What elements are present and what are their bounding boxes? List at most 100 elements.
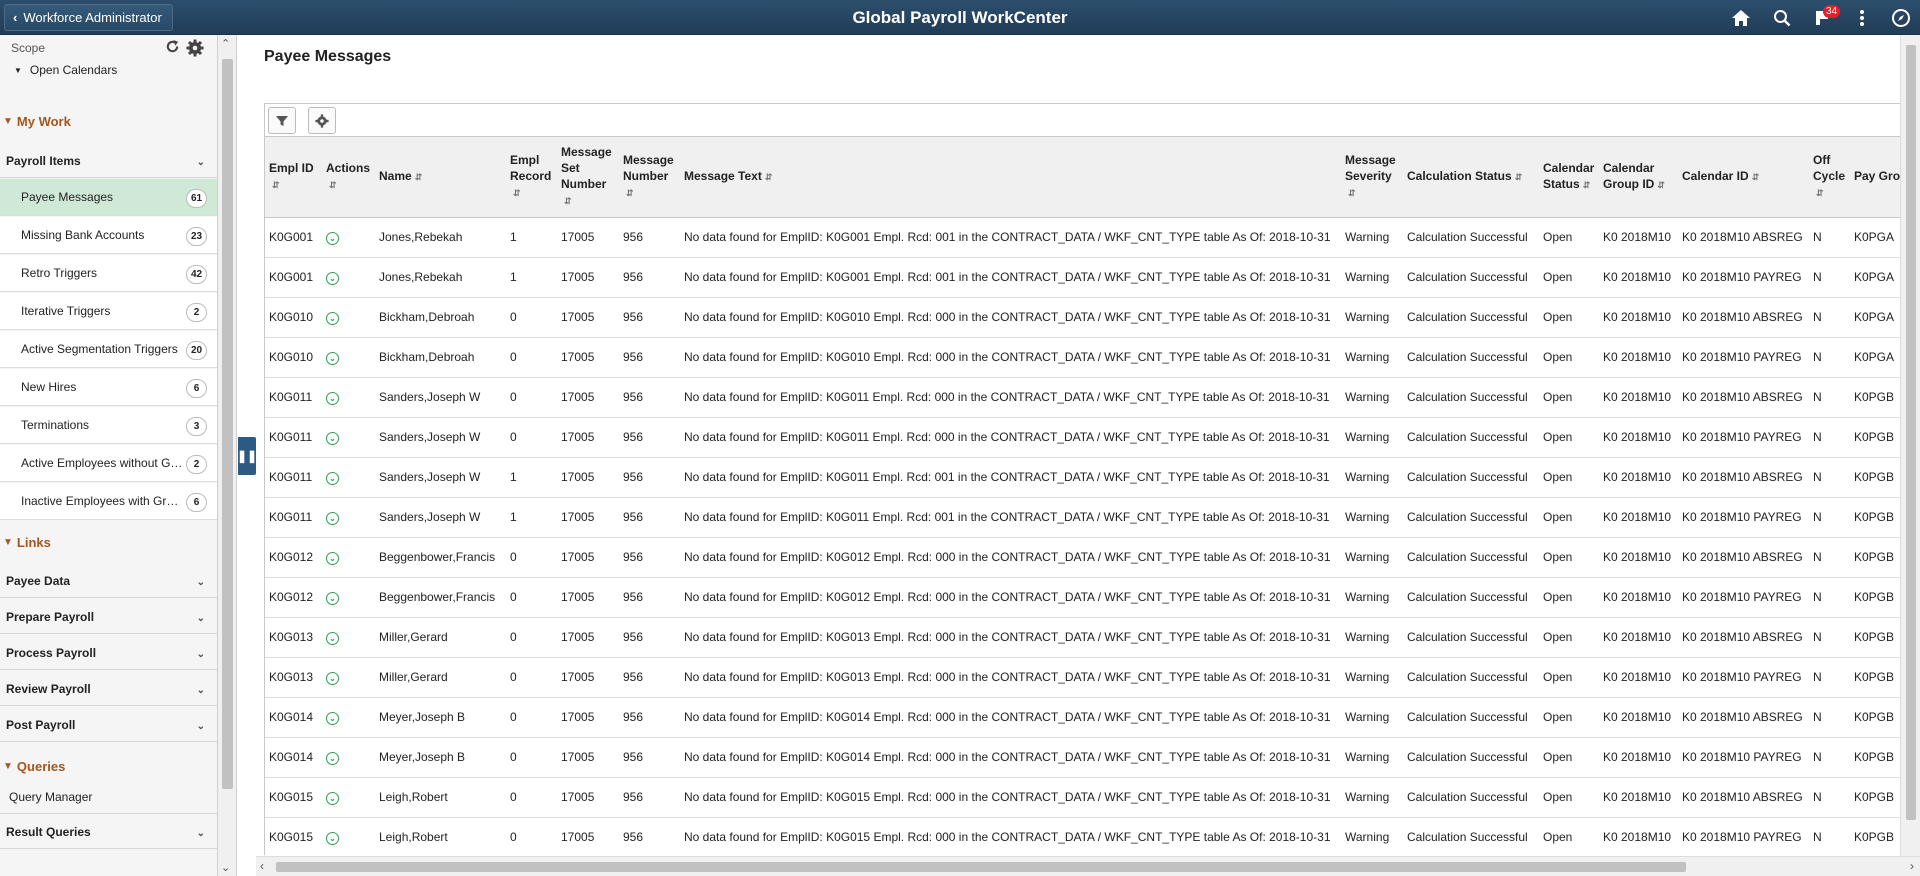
sidebar-item[interactable]: New Hires 6 [0,369,217,406]
sidebar-item[interactable]: Active Segmentation Triggers 20 [0,331,217,368]
table-row[interactable]: K0G012 ⌄ Beggenbower,Francis 0 17005 956 No da… [265,577,1904,618]
actions-dropdown-icon[interactable]: ⌄ [326,431,339,445]
sort-icon[interactable]: ⇵ [564,193,572,209]
horizontal-scroll-thumb[interactable] [276,862,1686,872]
column-header[interactable]: Actions⇵ [322,137,375,218]
sidebar-link-group[interactable]: Post Payroll ⌄ [0,708,217,742]
collapse-sidebar-handle[interactable]: ❚❚ [237,437,257,475]
actions-dropdown-icon[interactable]: ⌄ [326,551,339,565]
query-manager-link[interactable]: Query Manager [0,780,217,814]
table-row[interactable]: K0G012 ⌄ Beggenbower,Francis 0 17005 956 No da… [265,537,1904,578]
sidebar-item[interactable]: Missing Bank Accounts 23 [0,217,217,254]
scroll-right-arrow-icon[interactable]: › [1910,859,1914,873]
sort-icon[interactable]: ⇵ [272,177,280,193]
sort-icon[interactable]: ⇵ [765,169,773,185]
actions-dropdown-icon[interactable]: ⌄ [326,671,339,685]
open-calendars-toggle[interactable]: ▼ Open Calendars [14,63,117,77]
table-row[interactable]: K0G013 ⌄ Miller,Gerard 0 17005 956 No data fou… [265,617,1904,658]
table-row[interactable]: K0G013 ⌄ Miller,Gerard 0 17005 956 No data fou… [265,657,1904,698]
links-section-header[interactable]: ▼ Links [0,535,51,550]
actions-dropdown-icon[interactable]: ⌄ [326,351,339,365]
sidebar-scroll-thumb[interactable] [222,59,233,789]
sidebar-link-group[interactable]: Prepare Payroll ⌄ [0,600,217,634]
sidebar-scrollbar[interactable]: ⌃ ⌄ [218,35,237,876]
sidebar-item[interactable]: Active Employees without Gr... 2 [0,445,217,482]
back-button[interactable]: ‹ Workforce Administrator [4,4,173,31]
actions-dropdown-icon[interactable]: ⌄ [326,631,339,645]
column-header[interactable]: Message Set Number⇵ [557,137,619,218]
sidebar-item[interactable]: Terminations 3 [0,407,217,444]
scroll-up-arrow-icon[interactable]: ⌃ [221,37,230,50]
actions-dropdown-icon[interactable]: ⌄ [326,471,339,485]
sort-icon[interactable]: ⇵ [1816,185,1824,201]
result-queries-group[interactable]: Result Queries ⌄ [0,815,217,849]
more-actions-icon[interactable] [1845,0,1879,35]
sidebar-item[interactable]: Inactive Employees with Gro... 6 [0,483,217,520]
sidebar-item[interactable]: Payee Messages 61 [0,179,217,216]
refresh-icon[interactable] [165,39,180,62]
queries-section-header[interactable]: ▼ Queries [0,759,65,774]
my-work-section-header[interactable]: ▼ My Work [0,114,71,129]
actions-dropdown-icon[interactable]: ⌄ [326,791,339,805]
table-row[interactable]: K0G010 ⌄ Bickham,Debroah 0 17005 956 No data f… [265,297,1904,338]
table-row[interactable]: K0G014 ⌄ Meyer,Joseph B 0 17005 956 No data fo… [265,697,1904,738]
actions-dropdown-icon[interactable]: ⌄ [326,711,339,725]
sort-icon[interactable]: ⇵ [1583,177,1591,193]
column-header[interactable]: Message Number⇵ [619,137,680,218]
actions-dropdown-icon[interactable]: ⌄ [326,751,339,765]
sort-icon[interactable]: ⇵ [1657,177,1665,193]
scroll-down-arrow-icon[interactable]: ⌄ [221,861,230,874]
search-icon[interactable] [1765,0,1799,35]
column-header[interactable]: Empl ID⇵ [265,137,322,218]
table-row[interactable]: K0G011 ⌄ Sanders,Joseph W 1 17005 956 No data … [265,457,1904,498]
sort-icon[interactable]: ⇵ [1752,169,1760,185]
column-header[interactable]: Pay Group⇵ [1850,137,1904,218]
sidebar-link-group[interactable]: Process Payroll ⌄ [0,636,217,670]
sort-icon[interactable]: ⇵ [329,177,337,193]
column-header[interactable]: Empl Record⇵ [506,137,557,218]
navbar-compass-icon[interactable] [1884,0,1918,35]
table-row[interactable]: K0G015 ⌄ Leigh,Robert 0 17005 956 No data foun… [265,777,1904,818]
sidebar-link-group[interactable]: Payee Data ⌄ [0,564,217,598]
sidebar-item[interactable]: Retro Triggers 42 [0,255,217,292]
scroll-left-arrow-icon[interactable]: ‹ [260,859,264,873]
main-horizontal-scrollbar[interactable]: ‹ › [256,856,1920,876]
table-row[interactable]: K0G011 ⌄ Sanders,Joseph W 0 17005 956 No data … [265,417,1904,458]
actions-dropdown-icon[interactable]: ⌄ [326,591,339,605]
gear-icon[interactable] [186,39,204,62]
column-header[interactable]: Message Text ⇵ [680,137,1341,218]
sidebar-link-group[interactable]: Review Payroll ⌄ [0,672,217,706]
grid-settings-button[interactable] [308,107,336,134]
table-row[interactable]: K0G011 ⌄ Sanders,Joseph W 0 17005 956 No data … [265,377,1904,418]
column-header[interactable]: Off Cycle⇵ [1809,137,1850,218]
sort-icon[interactable]: ⇵ [415,169,423,185]
vertical-scroll-thumb[interactable] [1906,45,1916,820]
sort-icon[interactable]: ⇵ [1515,169,1523,185]
home-icon[interactable] [1724,0,1758,35]
sort-icon[interactable]: ⇵ [513,185,521,201]
main-vertical-scrollbar[interactable] [1900,35,1920,861]
column-header[interactable]: Name ⇵ [375,137,506,218]
actions-dropdown-icon[interactable]: ⌄ [326,511,339,525]
actions-dropdown-icon[interactable]: ⌄ [326,311,339,325]
table-row[interactable]: K0G001 ⌄ Jones,Rebekah 1 17005 956 No data fou… [265,217,1904,258]
filter-button[interactable] [268,107,296,134]
column-header[interactable]: Calendar Status ⇵ [1539,137,1599,218]
sidebar-item[interactable]: Iterative Triggers 2 [0,293,217,330]
sort-icon[interactable]: ⇵ [1348,185,1356,201]
actions-dropdown-icon[interactable]: ⌄ [326,391,339,405]
actions-dropdown-icon[interactable]: ⌄ [326,231,339,245]
column-header[interactable]: Calculation Status ⇵ [1403,137,1539,218]
column-header[interactable]: Calendar ID ⇵ [1678,137,1809,218]
actions-dropdown-icon[interactable]: ⌄ [326,831,339,845]
table-row[interactable]: K0G014 ⌄ Meyer,Joseph B 0 17005 956 No data fo… [265,737,1904,778]
notifications-icon[interactable]: 34 [1805,0,1841,35]
table-row[interactable]: K0G015 ⌄ Leigh,Robert 0 17005 956 No data foun… [265,817,1904,855]
column-header[interactable]: Message Severity⇵ [1341,137,1403,218]
column-header[interactable]: Calendar Group ID ⇵ [1599,137,1678,218]
sort-icon[interactable]: ⇵ [626,185,634,201]
table-row[interactable]: K0G001 ⌄ Jones,Rebekah 1 17005 956 No data fou… [265,257,1904,298]
table-row[interactable]: K0G010 ⌄ Bickham,Debroah 0 17005 956 No data f… [265,337,1904,378]
table-row[interactable]: K0G011 ⌄ Sanders,Joseph W 1 17005 956 No data … [265,497,1904,538]
actions-dropdown-icon[interactable]: ⌄ [326,271,339,285]
